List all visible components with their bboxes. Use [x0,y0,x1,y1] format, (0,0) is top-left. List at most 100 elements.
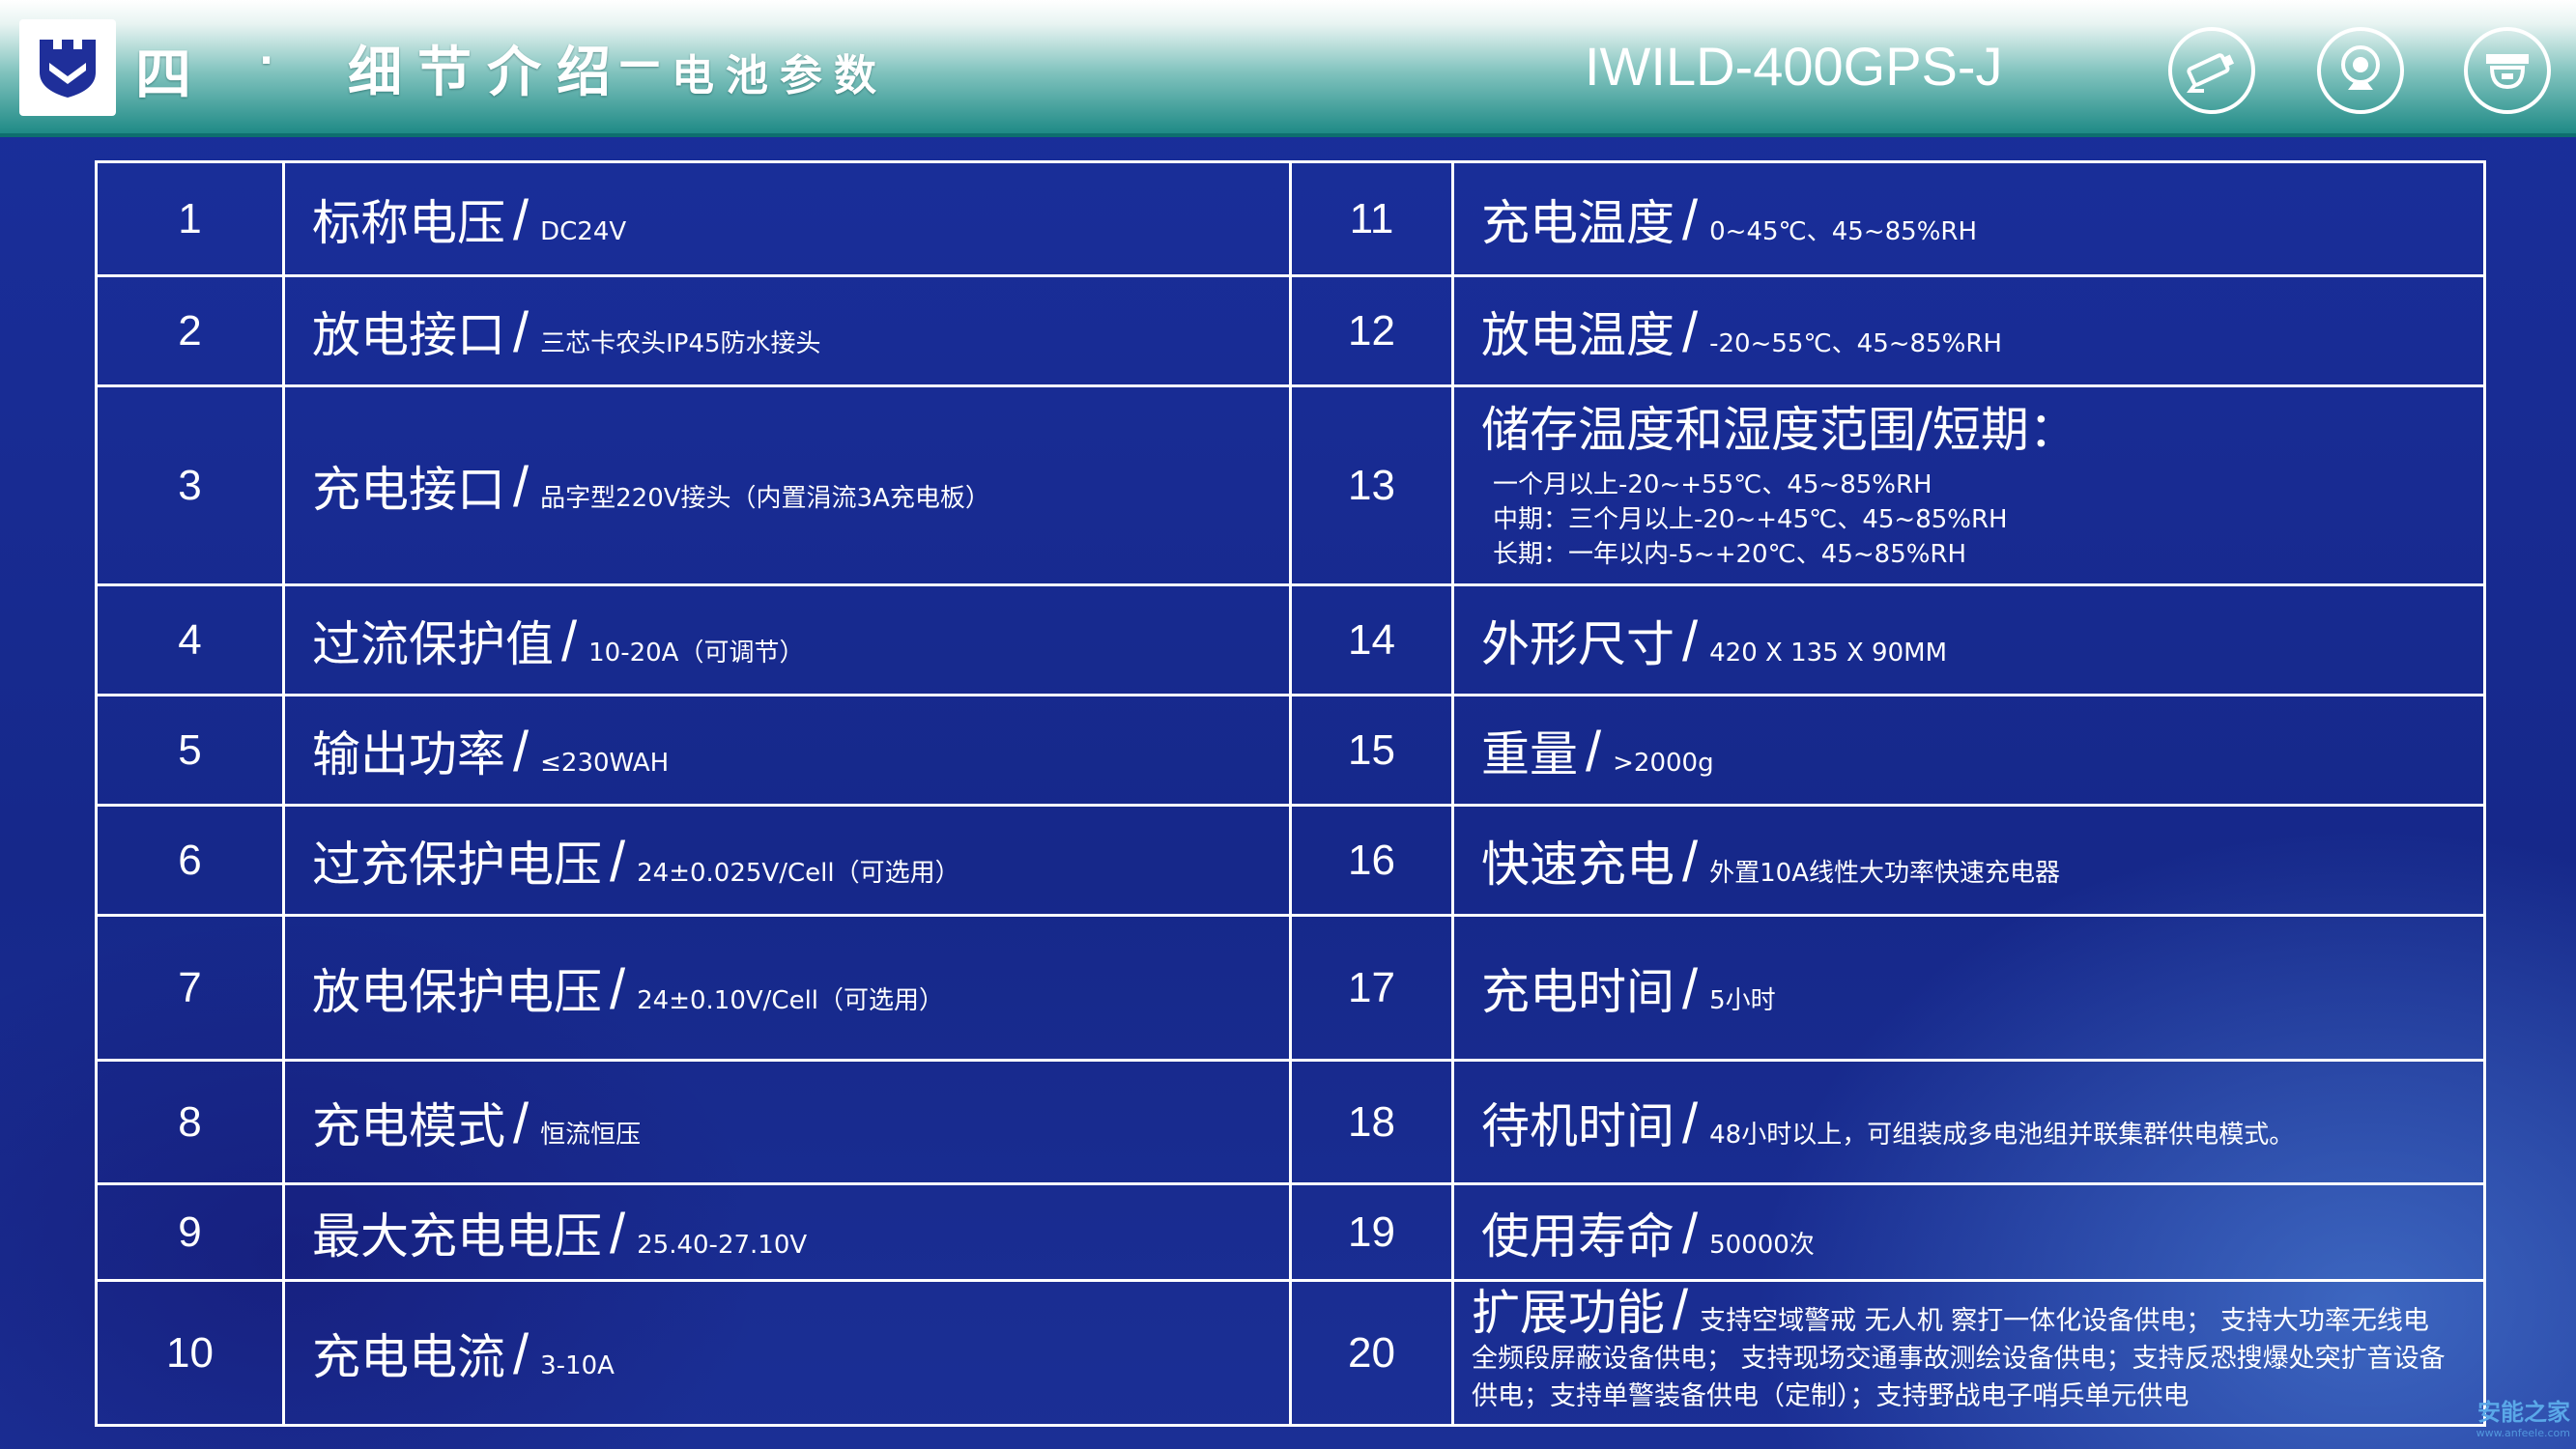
title-separator: — [618,37,661,86]
table-row: 7 放电保护电压/24±0.10V/Cell（可选用） 17 充电时间/5小时 [95,914,2486,1062]
spec-value: 外置10A线性大功率快速充电器 [1709,858,2060,888]
row-number: 4 [95,583,285,696]
slash-separator: / [1682,1202,1699,1265]
spec-cell: 最大充电电压/ 25.40-27.10V [282,1182,1292,1282]
spec-label: 储存温度和湿度范围/短期： [1481,401,2077,458]
slash-separator: / [1673,1280,1689,1342]
slash-separator: / [513,455,530,519]
row-number: 1 [95,160,285,277]
spec-value: ≤230WAH [540,748,670,778]
row-number: 11 [1289,160,1454,277]
slash-separator: / [513,300,530,364]
spec-label: 充电接口 [312,461,505,518]
spec-value: 恒流恒压 [540,1120,642,1150]
spec-value: 25.40-27.10V [637,1230,808,1260]
watermark: 安能之家 www.anfeele.com [2476,1393,2570,1439]
row-number: 19 [1289,1182,1454,1282]
spec-cell: 充电接口 / 品字型220V接头（内置涓流3A充电板） [282,384,1292,586]
spec-label: 外形尺寸 [1481,615,1674,672]
spec-cell: 充电电流/ 3-10A [282,1279,1292,1427]
watermark-url: www.anfeele.com [2476,1427,2570,1439]
row-number: 16 [1289,804,1454,917]
shield-logo-icon [19,19,116,116]
slash-separator: / [513,188,530,252]
table-row: 5 输出功率 / ≤230WAH 15 重量 / >2000g [95,694,2486,807]
spec-cell: 放电温度 / -20~55℃、45~85%RH [1451,274,2486,387]
table-row: 8 充电模式 / 恒流恒压 18 待机时间/48小时以上，可组装成多电池组并联集群供… [95,1059,2486,1185]
model-name: IWILD-400GPS-J [1585,36,2003,97]
webcam-icon[interactable] [2317,27,2404,114]
slash-separator: / [513,1092,530,1155]
spec-value: 50000次 [1709,1230,1815,1260]
spec-value: 24±0.025V/Cell（可选用） [637,858,960,888]
spec-label: 输出功率 [312,725,505,782]
row-number: 14 [1289,583,1454,696]
spec-value: -20~55℃、45~85%RH [1709,328,2002,358]
dome-camera-icon[interactable] [2464,27,2551,114]
table-row: 9 最大充电电压/25.40-27.10V 19 使用寿命/50000次 [95,1182,2486,1282]
spec-label: 待机时间 [1481,1097,1674,1154]
slash-separator: / [1586,720,1602,783]
spec-cell: 使用寿命/ 50000次 [1451,1182,2486,1282]
spec-label: 放电温度 [1481,306,1674,363]
spec-cell: 过充保护电压/ 24±0.025V/Cell（可选用） [282,804,1292,917]
row-number: 8 [95,1059,285,1185]
spec-label: 最大充电电压 [312,1208,602,1264]
spec-cell: 储存温度和湿度范围/短期： 一个月以上-20~+55℃、45~85%RH 中期：… [1451,384,2486,586]
spec-label: 使用寿命 [1481,1208,1674,1264]
spec-value: 420 X 135 X 90MM [1709,638,1948,668]
slash-separator: / [1682,610,1699,673]
spec-value: DC24V [540,216,627,246]
spec-cell: 标称电压 / DC24V [282,160,1292,277]
spec-label: 过流保护值 [312,615,554,672]
spec-cell: 充电温度/ 0~45℃、45~85%RH [1451,160,2486,277]
row-number: 12 [1289,274,1454,387]
storage-detail-line: 长期：一年以内-5~+20℃、45~85%RH [1493,539,1967,569]
watermark-title: 安能之家 [2477,1399,2570,1426]
spec-label: 充电电流 [312,1328,505,1385]
spec-cell: 重量 / >2000g [1451,694,2486,807]
spec-cell: 扩展功能 / 支持空域警戒 无人机 察打一体化设备供电； 支持大功率无线电全频段屏蔽… [1451,1279,2486,1427]
table-row: 3 充电接口 / 品字型220V接头（内置涓流3A充电板） 13 储存温度和湿度范围… [95,384,2486,586]
row-number: 13 [1289,384,1454,586]
section-subtitle: 电池参数 [672,51,888,100]
table-row: 1 标称电压 / DC24V 11 充电温度/0~45℃、45~85%RH [95,160,2486,277]
camera-icon[interactable] [2168,27,2255,114]
spec-value: 3-10A [540,1350,615,1380]
spec-cell: 充电时间/ 5小时 [1451,914,2486,1062]
spec-cell: 放电接口 / 三芯卡农头IP45防水接头 [282,274,1292,387]
slash-separator: / [1682,300,1699,364]
spec-value: 三芯卡农头IP45防水接头 [540,328,821,358]
table-row: 6 过充保护电压/24±0.025V/Cell（可选用） 16 快速充电 / 外置1… [95,804,2486,917]
spec-value: 5小时 [1709,985,1776,1015]
slash-separator: / [1682,830,1699,894]
table-row: 10 充电电流/3-10A 20 扩展功能 / 支持空域警戒 无人机 察打一体化设备… [95,1279,2486,1427]
row-number: 20 [1289,1279,1454,1427]
row-number: 2 [95,274,285,387]
spec-label: 充电时间 [1481,963,1674,1020]
section-number: 四 [135,42,196,107]
spec-value: 0~45℃、45~85%RH [1709,216,1978,246]
row-number: 17 [1289,914,1454,1062]
spec-label: 过充保护电压 [312,836,602,893]
slash-separator: / [513,1322,530,1386]
spec-cell: 快速充电 / 外置10A线性大功率快速充电器 [1451,804,2486,917]
spec-label: 扩展功能 [1472,1285,1665,1341]
spec-cell: 过流保护值/ 10-20A（可调节） [282,583,1292,696]
slash-separator: / [610,1202,626,1265]
spec-label: 充电温度 [1481,194,1674,251]
row-number: 7 [95,914,285,1062]
header-bar: 四 · 细节介绍 — 电池参数 IWILD-400GPS-J [0,0,2576,137]
spec-value: 品字型220V接头（内置涓流3A充电板） [540,483,990,513]
section-dot: · [259,39,274,83]
battery-spec-table: 1 标称电压 / DC24V 11 充电温度/0~45℃、45~85%RH 2 放电… [95,160,2486,1427]
spec-label: 放电接口 [312,306,505,363]
spec-cell: 输出功率 / ≤230WAH [282,694,1292,807]
section-title: 细节介绍 [348,42,626,104]
spec-value: 10-20A（可调节） [588,638,805,668]
slash-separator: / [561,610,578,673]
spec-label: 重量 [1481,725,1578,782]
storage-detail-line: 中期：三个月以上-20~+45℃、45~85%RH [1493,504,2008,534]
spec-value: 48小时以上，可组装成多电池组并联集群供电模式。 [1709,1120,2295,1150]
table-row: 4 过流保护值/10-20A（可调节） 14 外形尺寸/420 X 135 X … [95,583,2486,696]
